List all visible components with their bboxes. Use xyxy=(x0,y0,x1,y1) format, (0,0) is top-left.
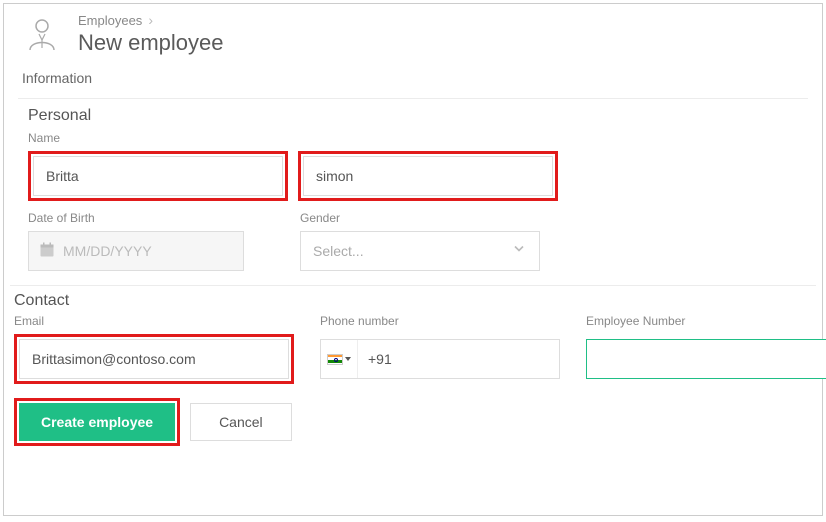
label-phone: Phone number xyxy=(320,314,560,328)
gender-select[interactable]: Select... xyxy=(300,231,540,271)
page-title: New employee xyxy=(78,30,224,56)
label-gender: Gender xyxy=(300,211,540,225)
label-empnum: Employee Number xyxy=(586,314,826,328)
gender-select-display: Select... xyxy=(300,231,540,271)
label-dob: Date of Birth xyxy=(28,211,244,225)
section-heading-contact: Contact xyxy=(4,286,822,310)
section-heading-personal: Personal xyxy=(4,99,822,125)
cancel-button[interactable]: Cancel xyxy=(190,403,292,441)
last-name-input[interactable] xyxy=(303,156,553,196)
tab-information[interactable]: Information xyxy=(22,70,92,92)
country-flag-select[interactable] xyxy=(321,340,358,378)
chevron-right-icon: › xyxy=(148,12,153,28)
highlight-box xyxy=(14,334,294,384)
dob-placeholder: MM/DD/YYYY xyxy=(63,243,152,259)
label-email: Email xyxy=(14,314,294,328)
page-header: Employees › New employee xyxy=(4,4,822,56)
phone-input[interactable] xyxy=(358,340,559,378)
breadcrumb: Employees › xyxy=(78,12,224,28)
page-container: Employees › New employee Information Per… xyxy=(3,3,823,516)
row-contact: Email Phone number Employee Number xyxy=(4,310,822,388)
calendar-icon xyxy=(39,242,55,261)
phone-group xyxy=(320,339,560,379)
caret-down-icon xyxy=(345,357,351,361)
flag-india-icon xyxy=(327,354,343,365)
row-name: Name xyxy=(4,125,822,205)
employee-avatar-icon xyxy=(22,14,62,54)
employee-number-input[interactable] xyxy=(586,339,826,379)
row-dob-gender: Date of Birth MM/DD/YYYY Gender Select..… xyxy=(4,205,822,275)
email-input[interactable] xyxy=(19,339,289,379)
breadcrumb-employees[interactable]: Employees xyxy=(78,13,142,28)
tab-bar: Information xyxy=(4,56,822,96)
form-footer: Create employee Cancel xyxy=(4,388,822,446)
highlight-box: Create employee xyxy=(14,398,180,446)
label-name: Name xyxy=(28,131,558,145)
highlight-box xyxy=(28,151,288,201)
create-employee-button[interactable]: Create employee xyxy=(19,403,175,441)
first-name-input[interactable] xyxy=(33,156,283,196)
dob-input[interactable]: MM/DD/YYYY xyxy=(28,231,244,271)
highlight-box xyxy=(298,151,558,201)
